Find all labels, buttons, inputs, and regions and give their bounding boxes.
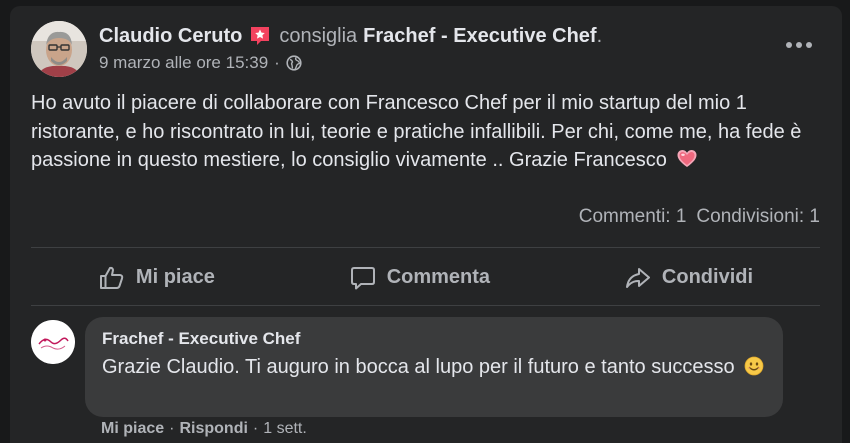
post-body: Ho avuto il piacere di collaborare con F… — [31, 89, 821, 175]
page-name[interactable]: Frachef - Executive Chef — [363, 25, 596, 48]
meta-separator: · — [274, 53, 280, 72]
period: . — [596, 24, 603, 47]
post-timestamp[interactable]: 9 marzo alle ore 15:39 — [99, 53, 268, 73]
comment-text: Grazie Claudio. Ti auguro in bocca al lu… — [102, 356, 735, 378]
smiling-face-icon — [744, 356, 764, 376]
frachef-logo-icon — [31, 320, 75, 364]
comment-button[interactable]: Commenta — [333, 258, 506, 298]
post-stats: Commenti: 1 Condivisioni: 1 — [579, 206, 820, 228]
comment-actions: Mi piace · Rispondi · 1 sett. — [101, 420, 307, 438]
comment-author[interactable]: Frachef - Executive Chef — [102, 329, 767, 349]
comment-separator: · — [169, 420, 175, 437]
commenter-avatar[interactable] — [31, 320, 75, 364]
thumbs-up-icon — [99, 266, 124, 289]
comment-reply-link[interactable]: Rispondi — [179, 420, 247, 438]
author-avatar[interactable] — [31, 21, 87, 77]
divider-bottom — [31, 305, 820, 306]
avatar-photo — [31, 21, 87, 77]
comment-bubble: Frachef - Executive Chef Grazie Claudio.… — [85, 317, 783, 417]
shares-count[interactable]: Condivisioni: 1 — [696, 206, 820, 228]
post-meta: 9 marzo alle ore 15:39 · — [99, 52, 302, 74]
heart-emoji-icon — [676, 148, 698, 170]
recommends-text: consiglia — [279, 24, 358, 47]
comment-body: Grazie Claudio. Ti auguro in bocca al lu… — [102, 354, 767, 381]
comment-bubble-icon — [350, 266, 375, 289]
comment-label: Commenta — [386, 266, 491, 288]
comments-count[interactable]: Commenti: 1 — [579, 206, 687, 228]
comment-time[interactable]: 1 sett. — [263, 420, 307, 438]
share-arrow-icon — [625, 267, 650, 288]
dot-icon — [796, 42, 802, 48]
globe-icon — [286, 55, 302, 71]
comment-separator: · — [252, 420, 259, 437]
divider-top — [31, 247, 820, 248]
post-actions: Mi piace Commenta Condividi — [31, 250, 820, 305]
recommendation-star-icon — [248, 24, 272, 48]
share-button[interactable]: Condividi — [608, 258, 769, 298]
more-options-button[interactable] — [784, 33, 814, 57]
post-header: Claudio Ceruto consiglia Frachef - Execu… — [99, 22, 602, 50]
like-label: Mi piace — [135, 266, 215, 288]
dot-icon — [806, 42, 812, 48]
comment-like-link[interactable]: Mi piace — [101, 420, 164, 438]
share-label: Condividi — [661, 266, 754, 288]
like-button[interactable]: Mi piace — [82, 258, 231, 298]
author-name[interactable]: Claudio Ceruto — [99, 25, 242, 48]
dot-icon — [786, 42, 792, 48]
